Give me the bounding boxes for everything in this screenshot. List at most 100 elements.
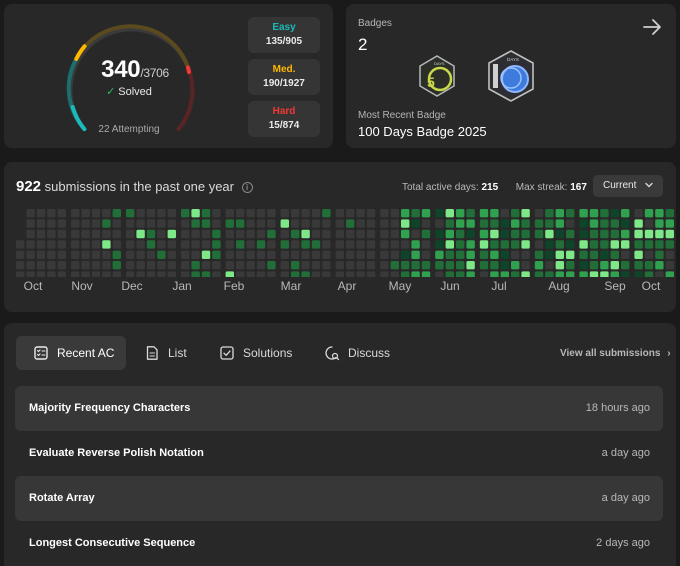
heatmap-cell[interactable]	[322, 240, 331, 249]
heatmap-cell[interactable]	[322, 229, 331, 239]
heatmap-cell[interactable]	[545, 261, 554, 270]
heatmap-cell[interactable]	[534, 219, 544, 228]
heatmap-cell[interactable]	[126, 209, 135, 218]
submission-row[interactable]: Evaluate Reverse Polish Notation a day a…	[15, 431, 663, 476]
heatmap-cell[interactable]	[191, 250, 200, 259]
heatmap-cell[interactable]	[36, 209, 46, 218]
heatmap-cell[interactable]	[212, 209, 221, 218]
heatmap-cell[interactable]	[380, 250, 389, 259]
heatmap-cell[interactable]	[36, 229, 46, 239]
heatmap-cell[interactable]	[421, 209, 431, 218]
heatmap-cell[interactable]	[36, 219, 46, 228]
heatmap-cell[interactable]	[201, 261, 211, 270]
heatmap-cell[interactable]	[356, 271, 365, 277]
heatmap-cell[interactable]	[291, 240, 300, 249]
heatmap-cell[interactable]	[212, 219, 221, 228]
heatmap-cell[interactable]	[256, 261, 266, 270]
heatmap-cell[interactable]	[500, 271, 509, 277]
heatmap-cell[interactable]	[71, 219, 80, 228]
heatmap-cell[interactable]	[311, 229, 321, 239]
badge-100-days-icon[interactable]: DAYS	[483, 48, 539, 104]
heatmap-cell[interactable]	[146, 219, 156, 228]
heatmap-cell[interactable]	[380, 261, 389, 270]
heatmap-cell[interactable]	[201, 209, 211, 218]
heatmap-cell[interactable]	[456, 250, 465, 259]
heatmap-cell[interactable]	[322, 261, 331, 270]
heatmap-cell[interactable]	[236, 209, 245, 218]
heatmap-cell[interactable]	[589, 209, 599, 218]
heatmap-cell[interactable]	[57, 240, 66, 249]
heatmap-cell[interactable]	[246, 271, 255, 277]
heatmap-cell[interactable]	[136, 261, 145, 270]
heatmap-cell[interactable]	[91, 229, 101, 239]
heatmap-cell[interactable]	[555, 271, 564, 277]
heatmap-cell[interactable]	[401, 250, 410, 259]
heatmap-cell[interactable]	[644, 250, 654, 259]
heatmap-cell[interactable]	[366, 229, 376, 239]
heatmap-cell[interactable]	[225, 250, 234, 259]
heatmap-cell[interactable]	[500, 219, 509, 228]
heatmap-cell[interactable]	[267, 240, 276, 249]
heatmap-cell[interactable]	[191, 271, 200, 277]
heatmap-cell[interactable]	[91, 219, 101, 228]
heatmap-cell[interactable]	[346, 271, 355, 277]
heatmap-cell[interactable]	[634, 209, 643, 218]
heatmap-cell[interactable]	[280, 271, 289, 277]
heatmap-cell[interactable]	[157, 271, 166, 277]
heatmap-cell[interactable]	[521, 219, 530, 228]
heatmap-cell[interactable]	[57, 229, 66, 239]
heatmap-cell[interactable]	[301, 261, 310, 270]
submission-row[interactable]: Majority Frequency Characters 18 hours a…	[15, 386, 663, 431]
heatmap-cell[interactable]	[301, 240, 310, 249]
heatmap-cell[interactable]	[644, 219, 654, 228]
view-all-submissions-link[interactable]: View all submissions ›	[560, 348, 671, 359]
heatmap-cell[interactable]	[356, 219, 365, 228]
heatmap-cell[interactable]	[356, 209, 365, 218]
heatmap-cell[interactable]	[621, 209, 630, 218]
heatmap-cell[interactable]	[280, 229, 289, 239]
heatmap-cell[interactable]	[610, 271, 619, 277]
heatmap-cell[interactable]	[655, 240, 664, 249]
heatmap-cell[interactable]	[291, 229, 300, 239]
heatmap-cell[interactable]	[401, 240, 410, 249]
heatmap-cell[interactable]	[181, 209, 190, 218]
heatmap-cell[interactable]	[589, 240, 599, 249]
heatmap-cell[interactable]	[47, 250, 56, 259]
heatmap-cell[interactable]	[256, 240, 266, 249]
heatmap-cell[interactable]	[335, 209, 344, 218]
heatmap-cell[interactable]	[246, 219, 255, 228]
heatmap-cell[interactable]	[291, 250, 300, 259]
heatmap-cell[interactable]	[225, 261, 234, 270]
heatmap-cell[interactable]	[26, 240, 35, 249]
heatmap-cell[interactable]	[644, 271, 654, 277]
heatmap-cell[interactable]	[665, 229, 674, 239]
heatmap-cell[interactable]	[466, 250, 475, 259]
heatmap-cell[interactable]	[610, 240, 619, 249]
heatmap-cell[interactable]	[380, 219, 389, 228]
heatmap-cell[interactable]	[555, 240, 564, 249]
heatmap-cell[interactable]	[511, 271, 520, 277]
heatmap-cell[interactable]	[490, 229, 499, 239]
heatmap-cell[interactable]	[600, 250, 609, 259]
heatmap-cell[interactable]	[356, 261, 365, 270]
heatmap-cell[interactable]	[555, 219, 564, 228]
heatmap-cell[interactable]	[57, 219, 66, 228]
heatmap-cell[interactable]	[545, 250, 554, 259]
heatmap-cell[interactable]	[435, 271, 444, 277]
heatmap-cell[interactable]	[36, 240, 46, 249]
heatmap-cell[interactable]	[91, 240, 101, 249]
heatmap-cell[interactable]	[600, 219, 609, 228]
heatmap-cell[interactable]	[246, 209, 255, 218]
heatmap-cell[interactable]	[346, 219, 355, 228]
heatmap-cell[interactable]	[600, 261, 609, 270]
heatmap-cell[interactable]	[91, 209, 101, 218]
heatmap-cell[interactable]	[71, 229, 80, 239]
heatmap-cell[interactable]	[445, 219, 454, 228]
heatmap-cell[interactable]	[511, 240, 520, 249]
heatmap-cell[interactable]	[167, 250, 176, 259]
heatmap-cell[interactable]	[456, 271, 465, 277]
heatmap-cell[interactable]	[335, 219, 344, 228]
heatmap-cell[interactable]	[366, 271, 376, 277]
difficulty-medium[interactable]: Med. 190/1927	[248, 59, 320, 95]
heatmap-cell[interactable]	[212, 271, 221, 277]
